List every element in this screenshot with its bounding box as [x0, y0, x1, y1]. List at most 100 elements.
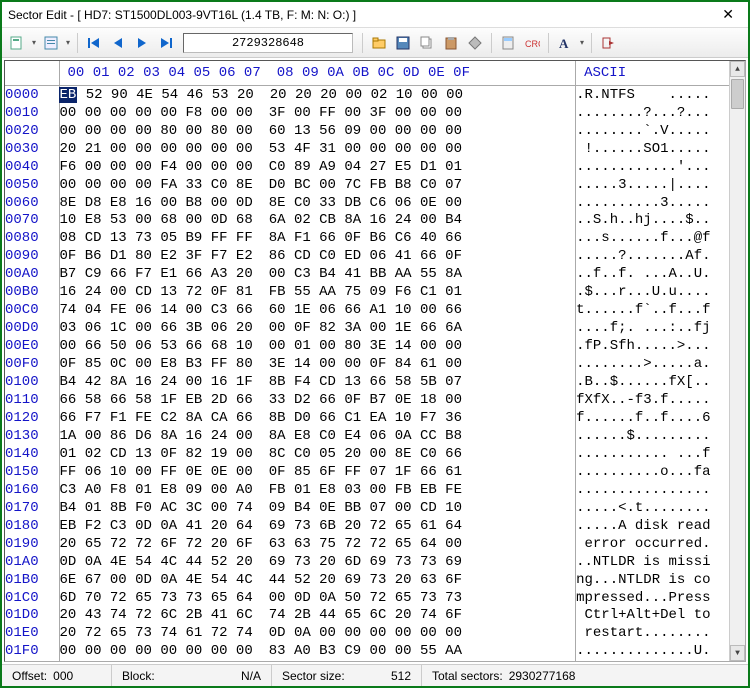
- row-hex-bytes[interactable]: 6E 67 00 0D 0A 4E 54 4C44 52 20 69 73 20…: [59, 571, 576, 589]
- hex-row[interactable]: 0150FF 06 10 00 FF 0E 0E 000F 85 6F FF 0…: [5, 463, 745, 481]
- row-ascii[interactable]: .....A disk read: [576, 517, 745, 535]
- paste-icon[interactable]: [440, 32, 462, 54]
- row-hex-bytes[interactable]: C3 A0 F8 01 E8 09 00 A0FB 01 E8 03 00 FB…: [59, 481, 576, 499]
- row-ascii[interactable]: .R.NTFS .....: [576, 86, 745, 104]
- hex-row[interactable]: 00C074 04 FE 06 14 00 C3 6660 1E 06 66 A…: [5, 302, 745, 320]
- hex-row[interactable]: 00F00F 85 0C 00 E8 B3 FF 803E 14 00 00 0…: [5, 356, 745, 374]
- row-hex-bytes[interactable]: 66 58 66 58 1F EB 2D 6633 D2 66 0F B7 0E…: [59, 392, 576, 410]
- row-hex-bytes[interactable]: 00 00 00 00 FA 33 C0 8ED0 BC 00 7C FB B8…: [59, 176, 576, 194]
- row-hex-bytes[interactable]: B4 42 8A 16 24 00 16 1F8B F4 CD 13 66 58…: [59, 374, 576, 392]
- scroll-down-button[interactable]: ▼: [730, 645, 745, 661]
- row-hex-bytes[interactable]: FF 06 10 00 FF 0E 0E 000F 85 6F FF 07 1F…: [59, 463, 576, 481]
- scroll-up-button[interactable]: ▲: [730, 61, 745, 77]
- hex-row[interactable]: 00D003 06 1C 00 66 3B 06 2000 0F 82 3A 0…: [5, 320, 745, 338]
- row-hex-bytes[interactable]: EB 52 90 4E 54 46 53 2020 20 20 00 02 10…: [59, 86, 576, 104]
- row-hex-bytes[interactable]: 08 CD 13 73 05 B9 FF FF8A F1 66 0F B6 C6…: [59, 230, 576, 248]
- row-hex-bytes[interactable]: 1A 00 86 D6 8A 16 24 008A E8 C0 E4 06 0A…: [59, 427, 576, 445]
- hex-row[interactable]: 00B016 24 00 CD 13 72 0F 81FB 55 AA 75 0…: [5, 284, 745, 302]
- hex-row[interactable]: 011066 58 66 58 1F EB 2D 6633 D2 66 0F B…: [5, 392, 745, 410]
- new-file-icon[interactable]: [6, 32, 28, 54]
- row-ascii[interactable]: f......f..f....6: [576, 410, 745, 428]
- nav-prev-icon[interactable]: [107, 32, 129, 54]
- row-hex-bytes[interactable]: 0D 0A 4E 54 4C 44 52 2069 73 20 6D 69 73…: [59, 553, 576, 571]
- row-hex-bytes[interactable]: 0F B6 D1 80 E2 3F F7 E286 CD C0 ED 06 41…: [59, 248, 576, 266]
- hex-row[interactable]: 019020 65 72 72 6F 72 20 6F63 63 75 72 7…: [5, 535, 745, 553]
- hex-row[interactable]: 0040F6 00 00 00 F4 00 00 00C0 89 A9 04 2…: [5, 158, 745, 176]
- hex-row[interactable]: 00A0B7 C9 66 F7 E1 66 A3 2000 C3 B4 41 B…: [5, 266, 745, 284]
- hex-row[interactable]: 00E000 66 50 06 53 66 68 1000 01 00 80 3…: [5, 338, 745, 356]
- row-ascii[interactable]: .....?.......Af.: [576, 248, 745, 266]
- row-hex-bytes[interactable]: B4 01 8B F0 AC 3C 00 7409 B4 0E BB 07 00…: [59, 499, 576, 517]
- row-hex-bytes[interactable]: 0F 85 0C 00 E8 B3 FF 803E 14 00 00 0F 84…: [59, 356, 576, 374]
- hex-row[interactable]: 01F000 00 00 00 00 00 00 0083 A0 B3 C9 0…: [5, 643, 745, 661]
- row-hex-bytes[interactable]: 01 02 CD 13 0F 82 19 008C C0 05 20 00 8E…: [59, 445, 576, 463]
- hex-row[interactable]: 01A00D 0A 4E 54 4C 44 52 2069 73 20 6D 6…: [5, 553, 745, 571]
- font-icon[interactable]: A: [554, 32, 576, 54]
- row-hex-bytes[interactable]: 10 E8 53 00 68 00 0D 686A 02 CB 8A 16 24…: [59, 212, 576, 230]
- row-ascii[interactable]: .....3.....|....: [576, 176, 745, 194]
- row-ascii[interactable]: ..........3.....: [576, 194, 745, 212]
- row-ascii[interactable]: ................: [576, 481, 745, 499]
- row-ascii[interactable]: ........>.....a.: [576, 356, 745, 374]
- calculator-icon[interactable]: [497, 32, 519, 54]
- row-ascii[interactable]: .....<.t........: [576, 499, 745, 517]
- hex-row[interactable]: 01E020 72 65 73 74 61 72 740D 0A 00 00 0…: [5, 625, 745, 643]
- row-hex-bytes[interactable]: F6 00 00 00 F4 00 00 00C0 89 A9 04 27 E5…: [59, 158, 576, 176]
- hex-row[interactable]: 01301A 00 86 D6 8A 16 24 008A E8 C0 E4 0…: [5, 427, 745, 445]
- row-ascii[interactable]: .fP.Sfh.....>...: [576, 338, 745, 356]
- row-ascii[interactable]: !......SO1.....: [576, 140, 745, 158]
- row-hex-bytes[interactable]: 00 00 00 00 00 F8 00 003F 00 FF 00 3F 00…: [59, 104, 576, 122]
- row-ascii[interactable]: t......f`..f...f: [576, 302, 745, 320]
- fill-icon[interactable]: [464, 32, 486, 54]
- nav-next-icon[interactable]: [131, 32, 153, 54]
- row-ascii[interactable]: .B..$......fX[..: [576, 374, 745, 392]
- hex-row[interactable]: 0100B4 42 8A 16 24 00 16 1F8B F4 CD 13 6…: [5, 374, 745, 392]
- row-hex-bytes[interactable]: 20 72 65 73 74 61 72 740D 0A 00 00 00 00…: [59, 625, 576, 643]
- row-ascii[interactable]: ..S.h..hj....$..: [576, 212, 745, 230]
- row-hex-bytes[interactable]: 00 00 00 00 00 00 00 0083 A0 B3 C9 00 00…: [59, 643, 576, 661]
- close-button[interactable]: ✕: [714, 6, 742, 23]
- row-ascii[interactable]: restart........: [576, 625, 745, 643]
- new-file-dropdown[interactable]: [30, 32, 38, 54]
- open-icon[interactable]: [368, 32, 390, 54]
- copy-icon[interactable]: [416, 32, 438, 54]
- save-icon[interactable]: [392, 32, 414, 54]
- sector-number-input[interactable]: 2729328648: [183, 33, 353, 53]
- row-hex-bytes[interactable]: 20 43 74 72 6C 2B 41 6C74 2B 44 65 6C 20…: [59, 607, 576, 625]
- hex-row[interactable]: 003020 21 00 00 00 00 00 0053 4F 31 00 0…: [5, 140, 745, 158]
- hex-row[interactable]: 0170B4 01 8B F0 AC 3C 00 7409 B4 0E BB 0…: [5, 499, 745, 517]
- row-hex-bytes[interactable]: 6D 70 72 65 73 73 65 6400 0D 0A 50 72 65…: [59, 589, 576, 607]
- row-ascii[interactable]: Ctrl+Alt+Del to: [576, 607, 745, 625]
- hex-row[interactable]: 012066 F7 F1 FE C2 8A CA 668B D0 66 C1 E…: [5, 410, 745, 428]
- row-hex-bytes[interactable]: 00 66 50 06 53 66 68 1000 01 00 80 3E 14…: [59, 338, 576, 356]
- row-ascii[interactable]: ...s......f...@f: [576, 230, 745, 248]
- vertical-scrollbar[interactable]: ▲ ▼: [729, 61, 745, 661]
- hex-row[interactable]: 0000EB 52 90 4E 54 46 53 2020 20 20 00 0…: [5, 86, 745, 104]
- row-ascii[interactable]: ..NTLDR is missi: [576, 553, 745, 571]
- nav-first-icon[interactable]: [83, 32, 105, 54]
- exit-icon[interactable]: [597, 32, 619, 54]
- row-ascii[interactable]: ......$.........: [576, 427, 745, 445]
- row-ascii[interactable]: ..............U.: [576, 643, 745, 661]
- row-ascii[interactable]: ..f..f. ...A..U.: [576, 266, 745, 284]
- row-hex-bytes[interactable]: 74 04 FE 06 14 00 C3 6660 1E 06 66 A1 10…: [59, 302, 576, 320]
- row-ascii[interactable]: error occurred.: [576, 535, 745, 553]
- row-ascii[interactable]: ........`.V.....: [576, 122, 745, 140]
- row-ascii[interactable]: ........?...?...: [576, 104, 745, 122]
- row-ascii[interactable]: ........... ...f: [576, 445, 745, 463]
- row-hex-bytes[interactable]: 8E D8 E8 16 00 B8 00 0D8E C0 33 DB C6 06…: [59, 194, 576, 212]
- row-hex-bytes[interactable]: 20 65 72 72 6F 72 20 6F63 63 75 72 72 65…: [59, 535, 576, 553]
- hex-row[interactable]: 014001 02 CD 13 0F 82 19 008C C0 05 20 0…: [5, 445, 745, 463]
- row-hex-bytes[interactable]: 20 21 00 00 00 00 00 0053 4F 31 00 00 00…: [59, 140, 576, 158]
- row-hex-bytes[interactable]: 03 06 1C 00 66 3B 06 2000 0F 82 3A 00 1E…: [59, 320, 576, 338]
- hex-row[interactable]: 00900F B6 D1 80 E2 3F F7 E286 CD C0 ED 0…: [5, 248, 745, 266]
- hex-row[interactable]: 008008 CD 13 73 05 B9 FF FF8A F1 66 0F B…: [5, 230, 745, 248]
- hex-row[interactable]: 01C06D 70 72 65 73 73 65 6400 0D 0A 50 7…: [5, 589, 745, 607]
- row-ascii[interactable]: ..........o...fa: [576, 463, 745, 481]
- checksum-icon[interactable]: CRC: [521, 32, 543, 54]
- hex-row[interactable]: 01B06E 67 00 0D 0A 4E 54 4C44 52 20 69 7…: [5, 571, 745, 589]
- nav-last-icon[interactable]: [155, 32, 177, 54]
- row-ascii[interactable]: ....f;. ...:..fj: [576, 320, 745, 338]
- font-dropdown[interactable]: [578, 32, 586, 54]
- row-hex-bytes[interactable]: B7 C9 66 F7 E1 66 A3 2000 C3 B4 41 BB AA…: [59, 266, 576, 284]
